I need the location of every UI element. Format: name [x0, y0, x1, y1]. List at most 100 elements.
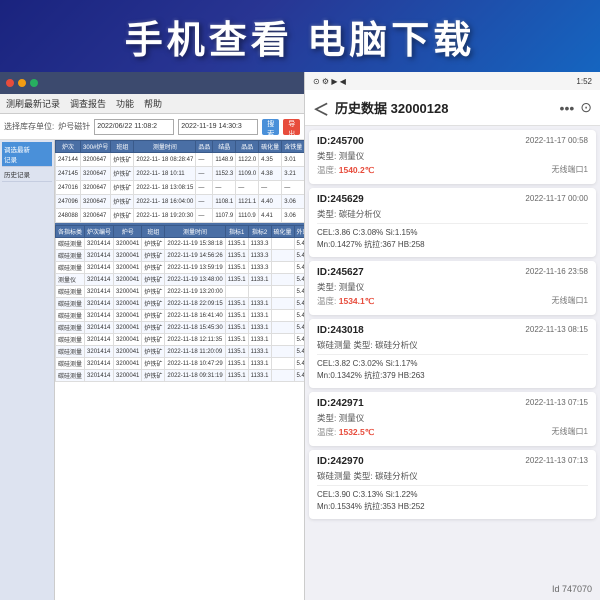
card-type: 类型: 测量仪 — [317, 150, 588, 162]
card-temp: 1532.5℃ — [339, 427, 375, 437]
table-cell: 碳硅测量 — [56, 322, 85, 334]
mobile-statusbar: ⊙ ⚙ ▶ ◀ 1:52 — [305, 72, 600, 90]
table-cell: 1133.1 — [248, 358, 271, 370]
col-header-5: 品品 — [196, 141, 213, 153]
table-cell: 炉铁矿 — [142, 274, 165, 286]
table-cell: 5.4 — [294, 370, 304, 382]
card-data: CEL:3.86 C:3.08% Si:1.15% — [317, 227, 588, 239]
mobile-list[interactable]: ID:245700 2022-11-17 00:58 类型: 测量仪 温度: 1… — [305, 126, 600, 600]
mobile-card[interactable]: ID:245627 2022-11-16 23:58 类型: 测量仪 温度: 1… — [309, 261, 596, 315]
table-cell: 炉铁矿 — [111, 167, 134, 181]
table-cell: 炉铁矿 — [142, 346, 165, 358]
mobile-card[interactable]: ID:242971 2022-11-13 07:15 类型: 测量仪 温度: 1… — [309, 392, 596, 446]
s-col-5: 测量时间 — [165, 226, 225, 238]
card-data: CEL:3.82 C:3.02% Si:1.17% — [317, 358, 588, 370]
date-start-input[interactable] — [94, 119, 174, 135]
table-cell: 炉铁矿 — [142, 262, 165, 274]
table-cell: 2022-11-18 16:41:40 — [165, 310, 225, 322]
bottom-table-area[interactable]: 各指标类 炉次编号 炉号 班组 测量时间 指标1 指标2 硫化量 外观 磁铁 — [55, 223, 304, 433]
mobile-card[interactable]: ID:242970 2022-11-13 07:13 碳硅测量 类型: 碳硅分析… — [309, 450, 596, 519]
card-temp-row: 温度: 1534.1℃ 无线端口1 — [317, 295, 588, 307]
card-type: 类型: 碳硅分析仪 — [317, 208, 588, 220]
table-cell: 2022-11-19 13:59:19 — [165, 262, 225, 274]
table-cell: 1135.1 — [225, 298, 248, 310]
table-cell: 5.4 — [294, 298, 304, 310]
table-cell: 炉铁矿 — [111, 153, 134, 167]
table-cell: — — [196, 195, 213, 209]
table-cell: 碳硅测量 — [56, 238, 85, 250]
table-cell: 3200041 — [114, 262, 142, 274]
top-banner: 手机查看 电脑下载 — [0, 0, 600, 72]
table-cell: 碳硅测量 — [56, 370, 85, 382]
table-cell: 3201414 — [85, 346, 114, 358]
table-cell: 碳硅测量 — [56, 358, 85, 370]
card-type: 碳硅测量 类型: 碳硅分析仪 — [317, 339, 588, 351]
card-id: ID:245700 — [317, 136, 364, 147]
table-cell: 1135.1 — [225, 274, 248, 286]
table-cell: 碳硅测量 — [56, 286, 85, 298]
table-cell: 3200041 — [114, 286, 142, 298]
table-cell: 1107.9 — [213, 209, 236, 223]
table-cell: 1152.3 — [213, 167, 236, 181]
table-cell: 3200041 — [114, 238, 142, 250]
window-dot-green — [30, 79, 38, 87]
window-dot-red — [6, 79, 14, 87]
table-cell: 1133.1 — [248, 298, 271, 310]
menu-item-4[interactable]: 帮助 — [144, 97, 162, 110]
table-cell: 3200041 — [114, 274, 142, 286]
table-row: 碳硅测量32014143200041炉铁矿2022-11-18 12:11:35… — [56, 334, 305, 346]
status-right: 1:52 — [576, 77, 592, 86]
mobile-card[interactable]: ID:245629 2022-11-17 00:00 类型: 碳硅分析仪CEL:… — [309, 188, 596, 257]
table-cell: 3.06 — [282, 209, 304, 223]
mobile-more-icon[interactable]: ••• — [560, 100, 575, 116]
table-cell: 1133.3 — [248, 250, 271, 262]
s-col-8: 硫化量 — [271, 226, 294, 238]
mobile-settings-icon[interactable]: ⊙ — [580, 99, 592, 116]
table-cell: 2022-11- 18 19:20:30 — [134, 209, 196, 223]
table-row: 碳硅测量32014143200041炉铁矿2022-11-18 10:47:29… — [56, 358, 305, 370]
desktop-body: 调选最新记录 历史记录 炉次 300#炉号 班组 测量时间 品品 结晶 品品 — [0, 140, 304, 600]
col-header-8: 硫化量 — [259, 141, 282, 153]
table-cell: 3200041 — [114, 346, 142, 358]
table-cell: 3200647 — [81, 167, 111, 181]
card-id: ID:245627 — [317, 267, 364, 278]
search-button[interactable]: 搜索 — [262, 119, 279, 135]
window-dot-yellow — [18, 79, 26, 87]
table-cell — [271, 262, 294, 274]
mobile-card[interactable]: ID:243018 2022-11-13 08:15 碳硅测量 类型: 碳硅分析… — [309, 319, 596, 388]
sidebar-item-history[interactable]: 历史记录 — [2, 167, 52, 182]
sidebar-item-latest[interactable]: 调选最新记录 — [2, 142, 52, 167]
table-row: 2471453200647炉铁矿2022-11- 18 10:11—1152.3… — [56, 167, 305, 181]
table-cell: 炉铁矿 — [111, 195, 134, 209]
menu-item-3[interactable]: 功能 — [116, 97, 134, 110]
table-row: 碳硅测量32014143200041炉铁矿2022-11-19 13:59:19… — [56, 262, 305, 274]
toolbar-label-heat: 炉号磁针 — [58, 121, 90, 132]
s-col-7: 指标2 — [248, 226, 271, 238]
mobile-card[interactable]: ID:245700 2022-11-17 00:58 类型: 测量仪 温度: 1… — [309, 130, 596, 184]
date-end-input[interactable] — [178, 119, 258, 135]
table-cell: 3201414 — [85, 358, 114, 370]
s-col-3: 炉号 — [114, 226, 142, 238]
col-header-3: 班组 — [111, 141, 134, 153]
back-button[interactable]: ＜ — [313, 96, 329, 120]
table-cell: 3.01 — [282, 153, 304, 167]
col-header-7: 品品 — [236, 141, 259, 153]
table-cell — [271, 358, 294, 370]
table-cell: 碳硅测量 — [56, 346, 85, 358]
table-cell: 3201414 — [85, 238, 114, 250]
table-cell: 4.35 — [259, 153, 282, 167]
table-cell — [248, 286, 271, 298]
table-row: 碳硅测量32014143200041炉铁矿2022-11-18 11:20:09… — [56, 346, 305, 358]
card-type: 碳硅测量 类型: 碳硅分析仪 — [317, 470, 588, 482]
table-cell: 炉铁矿 — [142, 322, 165, 334]
desktop-table-area[interactable]: 炉次 300#炉号 班组 测量时间 品品 结晶 品品 硫化量 含铁量 硫酸铵 镁… — [55, 140, 304, 600]
table-cell: 炉铁矿 — [142, 250, 165, 262]
menu-item-1[interactable]: 测刷最新记录 — [6, 97, 60, 110]
table-row: 碳硅测量32014143200041炉铁矿2022-11-19 14:56:26… — [56, 250, 305, 262]
table-row: 碳硅测量32014143200041炉铁矿2022-11-18 22:09:15… — [56, 298, 305, 310]
export-button[interactable]: 导出 — [283, 119, 300, 135]
table-cell: 3.21 — [282, 167, 304, 181]
table-cell — [271, 370, 294, 382]
menu-item-2[interactable]: 调查报告 — [70, 97, 106, 110]
table-cell: 碳硅测量 — [56, 262, 85, 274]
